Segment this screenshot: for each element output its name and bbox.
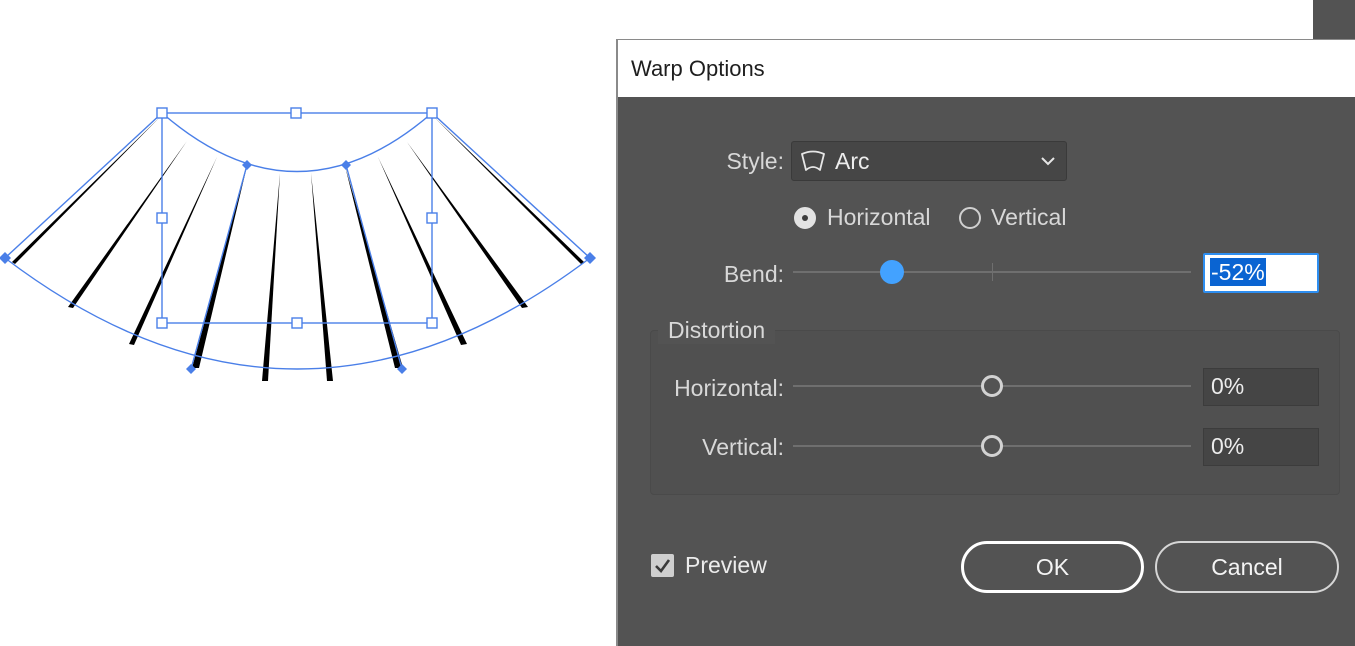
warp-envelope [3, 112, 592, 370]
style-value: Arc [835, 148, 870, 174]
distortion-group [650, 330, 1340, 495]
vertical-radio[interactable] [959, 207, 981, 229]
dialog-title[interactable]: Warp Options [618, 40, 1355, 97]
bend-value-input[interactable]: -52% [1203, 253, 1319, 293]
bend-slider-thumb[interactable] [880, 260, 904, 284]
horizontal-radio-label[interactable]: Horizontal [827, 204, 931, 231]
style-dropdown[interactable]: Arc [791, 141, 1067, 181]
distortion-title: Distortion [658, 317, 776, 344]
distortion-vertical-label: Vertical: [702, 434, 784, 460]
anchor-points[interactable] [0, 160, 596, 374]
checkmark-icon [655, 559, 671, 573]
preview-checkbox[interactable] [651, 554, 674, 577]
bend-label: Bend: [723, 261, 784, 287]
distortion-vertical-input[interactable]: 0% [1203, 428, 1319, 466]
bend-slider-center-tick [992, 263, 993, 281]
distortion-horizontal-label: Horizontal: [674, 375, 784, 401]
vertical-radio-label[interactable]: Vertical [991, 204, 1066, 231]
arc-warp-icon [801, 150, 825, 171]
chevron-down-icon [1041, 157, 1055, 166]
distortion-horizontal-input[interactable]: 0% [1203, 368, 1319, 406]
warp-options-dialog: Warp Options Style: Arc Horizontal Verti… [616, 39, 1355, 646]
bend-value-text: -52% [1210, 258, 1266, 286]
warped-stripes [12, 116, 584, 381]
ok-button[interactable]: OK [961, 541, 1144, 593]
horizontal-radio[interactable] [794, 207, 816, 229]
artboard-canvas[interactable] [0, 0, 600, 420]
preview-label[interactable]: Preview [685, 552, 767, 579]
distortion-horizontal-thumb[interactable] [981, 375, 1003, 397]
distortion-vertical-thumb[interactable] [981, 435, 1003, 457]
style-label: Style: [726, 148, 784, 174]
app-panel-strip [1313, 0, 1355, 40]
cancel-button[interactable]: Cancel [1155, 541, 1339, 593]
